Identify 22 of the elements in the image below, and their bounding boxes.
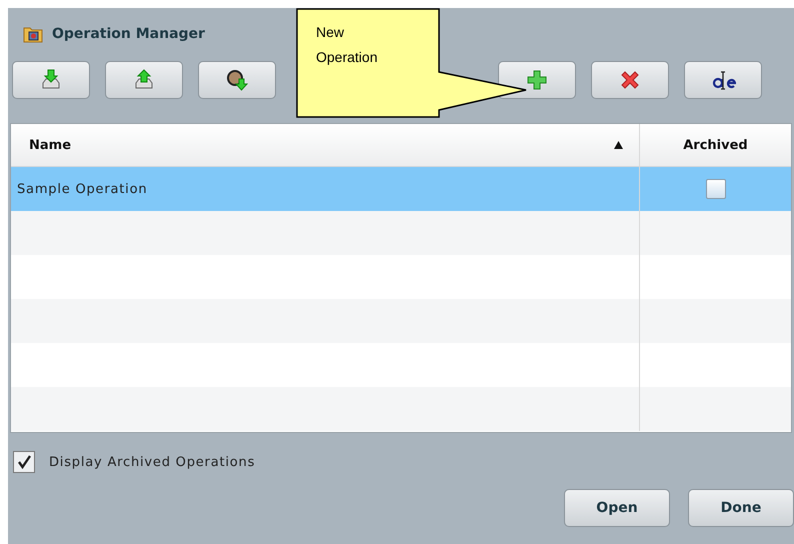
- checkbox-label: Display Archived Operations: [49, 454, 256, 470]
- globe-arrow-icon: [226, 69, 248, 91]
- delete-button[interactable]: [591, 61, 669, 99]
- window-title: Operation Manager: [52, 26, 205, 42]
- rename-button[interactable]: [684, 61, 762, 99]
- tray-up-arrow-icon: [133, 69, 155, 91]
- text-cursor-icon: [710, 69, 736, 91]
- archived-checkbox[interactable]: [706, 179, 726, 199]
- table-row[interactable]: Sample Operation: [11, 167, 791, 211]
- name-column-header[interactable]: Name: [11, 124, 640, 166]
- dialog-button[interactable]: Done: [688, 489, 794, 527]
- import-button[interactable]: [12, 61, 90, 99]
- export-button[interactable]: [105, 61, 183, 99]
- tray-down-arrow-icon: [40, 69, 62, 91]
- add-button[interactable]: [498, 61, 576, 99]
- dialog-button[interactable]: Open: [564, 489, 670, 527]
- callout-text: New Operation: [316, 23, 378, 67]
- display-archived-checkbox[interactable]: [13, 451, 35, 473]
- archived-column-header[interactable]: Archived: [640, 124, 791, 166]
- add-icon: [526, 69, 548, 91]
- sync-button[interactable]: [198, 61, 276, 99]
- delete-icon: [619, 69, 641, 91]
